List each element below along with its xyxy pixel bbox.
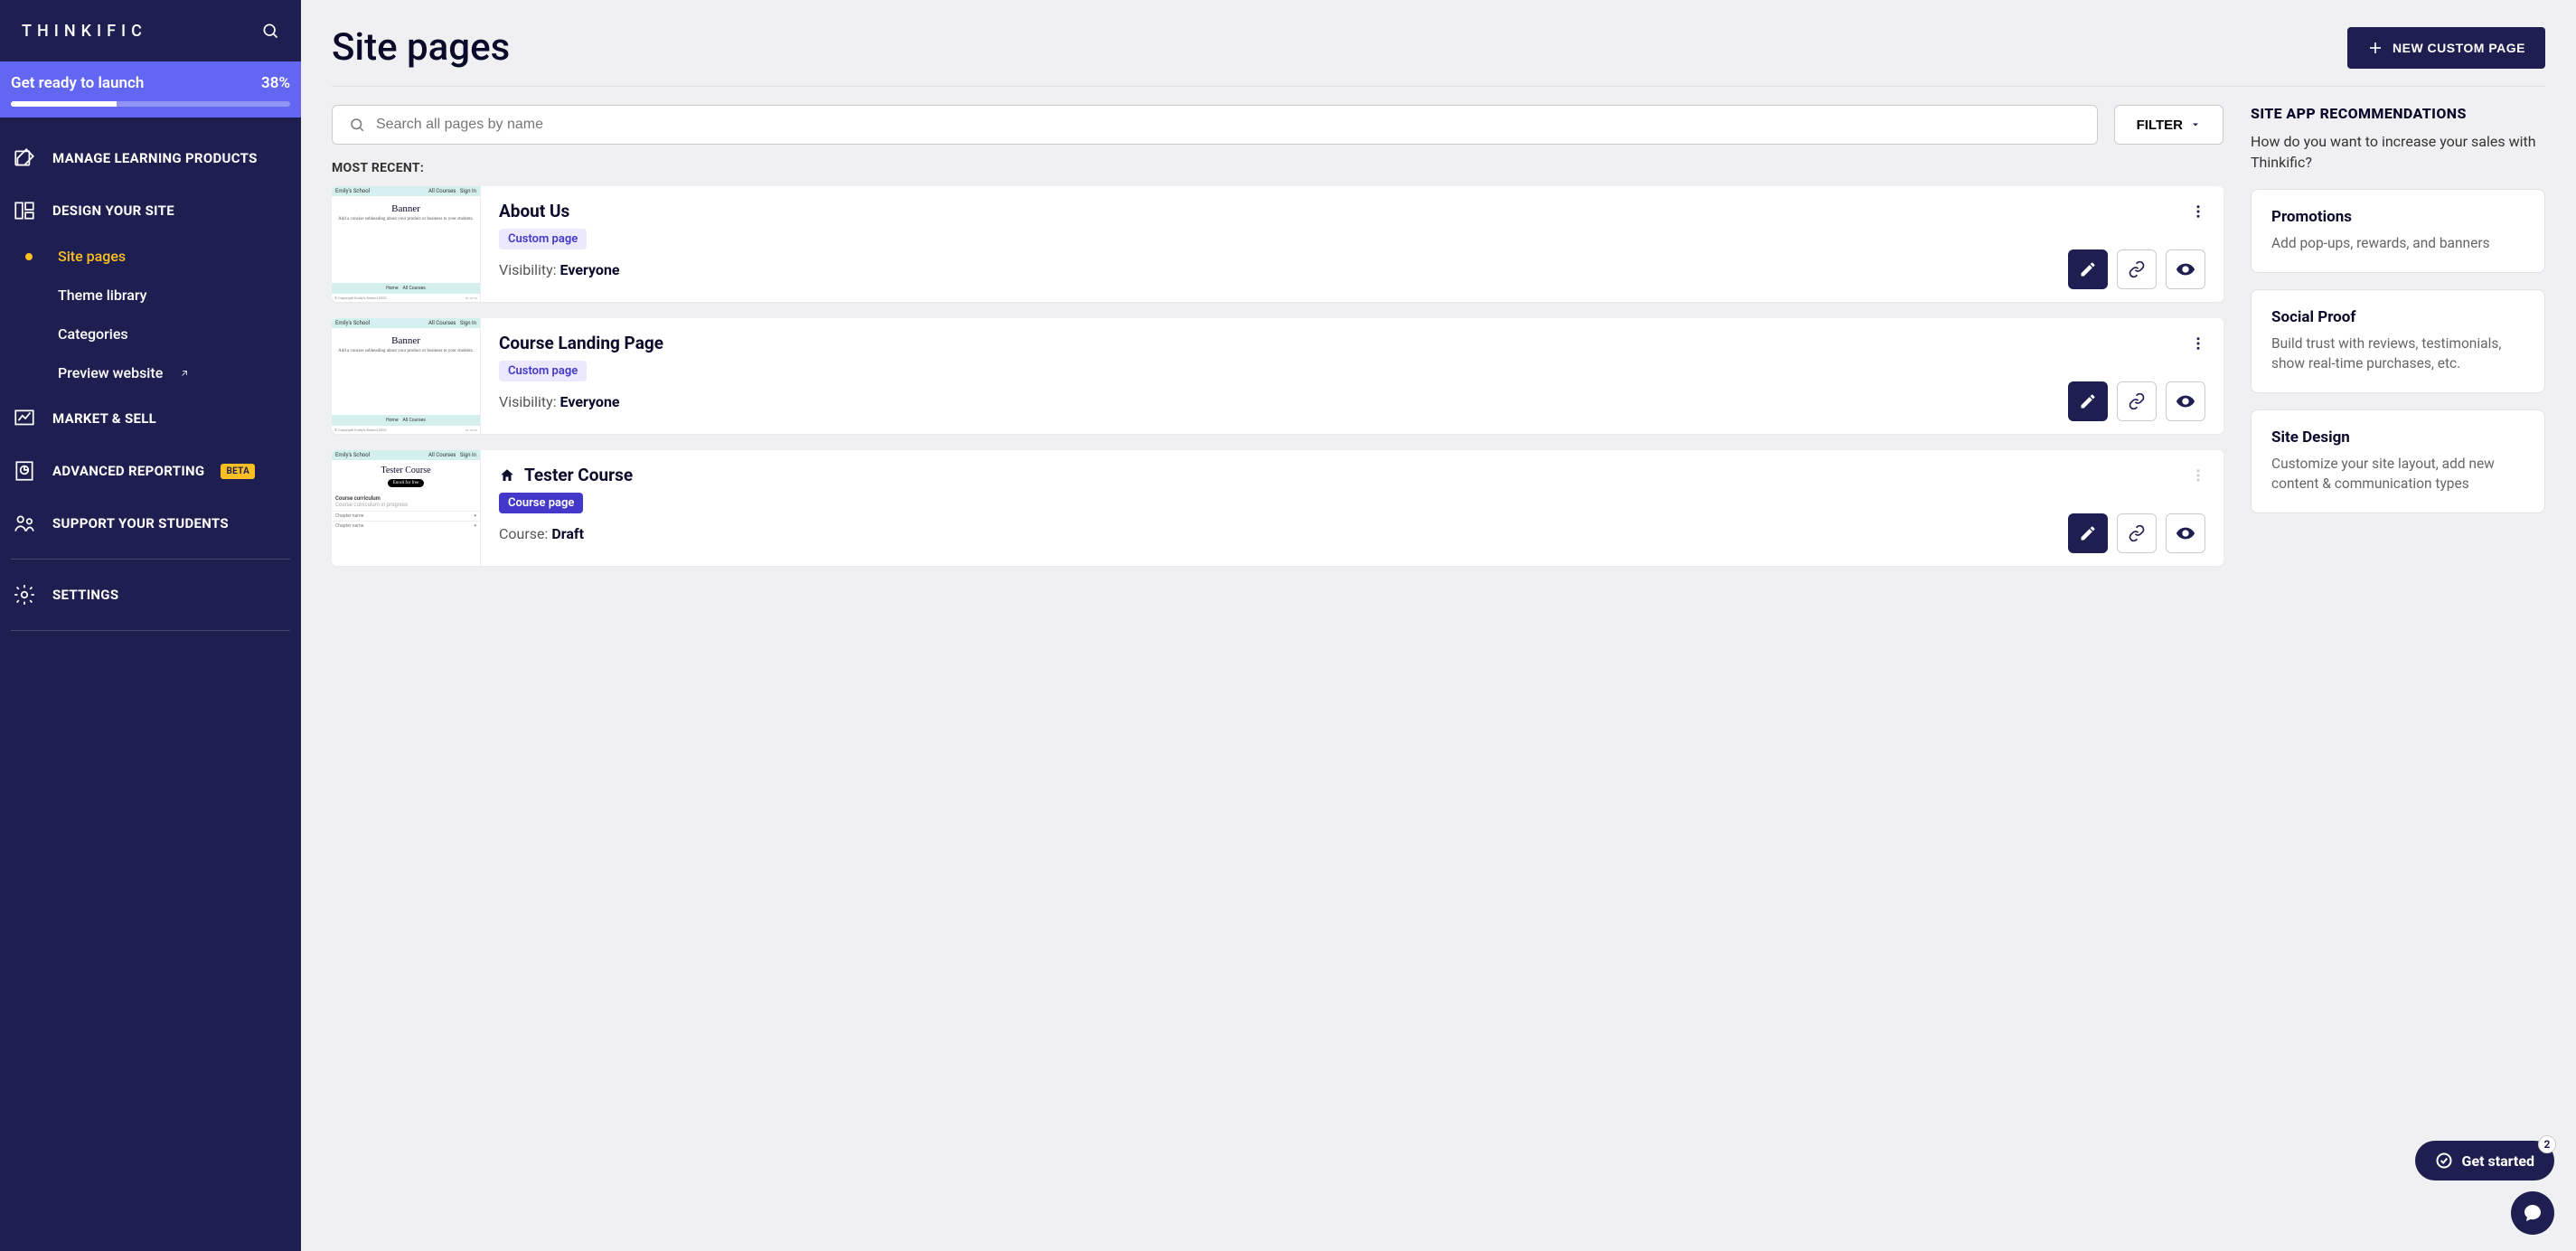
chat-fab[interactable] (2511, 1191, 2554, 1235)
link-button[interactable] (2117, 381, 2157, 421)
fab-count-badge: 2 (2538, 1135, 2556, 1153)
button-label: FILTER (2137, 118, 2183, 133)
recommendations-sub: How do you want to increase your sales w… (2251, 131, 2545, 173)
subnav-categories[interactable]: Categories (0, 315, 301, 353)
nav-settings[interactable]: SETTINGS (0, 569, 301, 621)
subnav-theme-library[interactable]: Theme library (0, 276, 301, 315)
page-type-badge: Course page (499, 493, 583, 513)
nav-label: SUPPORT YOUR STUDENTS (52, 515, 229, 531)
card-meta: Visibility: Everyone (499, 393, 620, 410)
card-title: Course Landing Page (499, 333, 663, 353)
button-label: NEW CUSTOM PAGE (2393, 41, 2525, 55)
nav-label: SETTINGS (52, 587, 118, 603)
brand-logo: THINKIFIC (22, 22, 147, 41)
chart-up-icon (13, 407, 36, 430)
plus-icon (2367, 40, 2383, 56)
search-icon (349, 117, 365, 133)
subnav-label: Theme library (58, 287, 146, 304)
page-thumbnail: Emily's SchoolAll Courses Sign In Tester… (332, 450, 481, 566)
card-meta: Visibility: Everyone (499, 261, 620, 278)
preview-button[interactable] (2166, 381, 2205, 421)
edit-button[interactable] (2068, 381, 2108, 421)
preview-button[interactable] (2166, 513, 2205, 553)
subnav-label: Categories (58, 325, 128, 343)
new-custom-page-button[interactable]: NEW CUSTOM PAGE (2347, 27, 2545, 69)
nav-label: MARKET & SELL (52, 410, 156, 427)
home-icon (499, 467, 515, 484)
nav-manage-learning-products[interactable]: MANAGE LEARNING PRODUCTS (0, 132, 301, 184)
page-type-badge: Custom page (499, 361, 587, 381)
layout-icon (13, 199, 36, 222)
page-thumbnail: Emily's SchoolAll Courses Sign In Banner… (332, 186, 481, 302)
edit-button[interactable] (2068, 513, 2108, 553)
gear-icon (13, 583, 36, 607)
filter-button[interactable]: FILTER (2114, 105, 2223, 145)
subnav-preview-website[interactable]: Preview website (0, 353, 301, 392)
nav-market-sell[interactable]: MARKET & SELL (0, 392, 301, 445)
launch-percent: 38% (261, 74, 290, 92)
recommendation-card[interactable]: Promotions Add pop-ups, rewards, and bann… (2251, 189, 2545, 272)
pencil-square-icon (13, 146, 36, 170)
beta-badge: BETA (221, 464, 255, 479)
card-title: Tester Course (524, 465, 633, 485)
rec-title: Site Design (2271, 428, 2524, 447)
people-icon (13, 512, 36, 535)
page-type-badge: Custom page (499, 229, 587, 249)
card-menu-button[interactable] (2186, 331, 2211, 356)
recommendation-card[interactable]: Site Design Customize your site layout, a… (2251, 409, 2545, 513)
card-menu-button[interactable] (2186, 199, 2211, 224)
get-started-fab[interactable]: Get started 2 (2415, 1141, 2554, 1180)
nav-divider (11, 559, 290, 560)
external-link-icon (179, 368, 190, 379)
page-title: Site pages (332, 25, 510, 70)
rec-title: Social Proof (2271, 308, 2524, 326)
edit-button[interactable] (2068, 249, 2108, 289)
link-button[interactable] (2117, 513, 2157, 553)
link-button[interactable] (2117, 249, 2157, 289)
rec-desc: Add pop-ups, rewards, and banners (2271, 233, 2524, 253)
caret-down-icon (2190, 119, 2201, 130)
launch-banner[interactable]: Get ready to launch 38% (0, 61, 301, 118)
nav-design-your-site[interactable]: DESIGN YOUR SITE (0, 184, 301, 237)
page-card: Emily's SchoolAll Courses Sign In Banner… (332, 186, 2223, 302)
rec-desc: Build trust with reviews, testimonials, … (2271, 334, 2524, 374)
preview-button[interactable] (2166, 249, 2205, 289)
search-icon[interactable] (261, 22, 279, 40)
search-pages-input-wrap[interactable] (332, 105, 2098, 145)
nav-advanced-reporting[interactable]: ADVANCED REPORTING BETA (0, 445, 301, 497)
card-title: About Us (499, 201, 569, 221)
fab-label: Get started (2462, 1152, 2534, 1170)
rec-desc: Customize your site layout, add new cont… (2271, 454, 2524, 494)
nav-support-students[interactable]: SUPPORT YOUR STUDENTS (0, 497, 301, 550)
nav-label: DESIGN YOUR SITE (52, 202, 174, 219)
check-circle-icon (2435, 1152, 2453, 1170)
sidebar-header: THINKIFIC (0, 0, 301, 61)
rec-title: Promotions (2271, 208, 2524, 226)
nav-label: ADVANCED REPORTING (52, 463, 204, 479)
recommendations-panel: SITE APP RECOMMENDATIONS How do you want… (2251, 105, 2545, 530)
subnav-label: Site pages (58, 248, 126, 265)
page-thumbnail: Emily's SchoolAll Courses Sign In Banner… (332, 318, 481, 434)
most-recent-label: MOST RECENT: (332, 161, 2223, 175)
nav-divider (11, 630, 290, 631)
sidebar: THINKIFIC Get ready to launch 38% MANAGE… (0, 0, 301, 1251)
page-header: Site pages NEW CUSTOM PAGE (332, 25, 2545, 87)
nav-label: MANAGE LEARNING PRODUCTS (52, 150, 258, 166)
page-card: Emily's SchoolAll Courses Sign In Banner… (332, 318, 2223, 434)
recommendations-heading: SITE APP RECOMMENDATIONS (2251, 105, 2545, 122)
sidebar-nav: MANAGE LEARNING PRODUCTS DESIGN YOUR SIT… (0, 118, 301, 1251)
card-meta: Course: Draft (499, 525, 584, 542)
card-menu-button (2186, 463, 2211, 488)
search-pages-input[interactable] (376, 117, 2081, 133)
main-content: Site pages NEW CUSTOM PAGE (301, 0, 2576, 1251)
subnav-label: Preview website (58, 364, 163, 381)
launch-label: Get ready to launch (11, 74, 144, 92)
subnav-site-pages[interactable]: Site pages (0, 237, 301, 276)
page-card: Emily's SchoolAll Courses Sign In Tester… (332, 450, 2223, 566)
pie-doc-icon (13, 459, 36, 483)
recommendation-card[interactable]: Social Proof Build trust with reviews, te… (2251, 289, 2545, 393)
launch-progress (11, 101, 290, 107)
